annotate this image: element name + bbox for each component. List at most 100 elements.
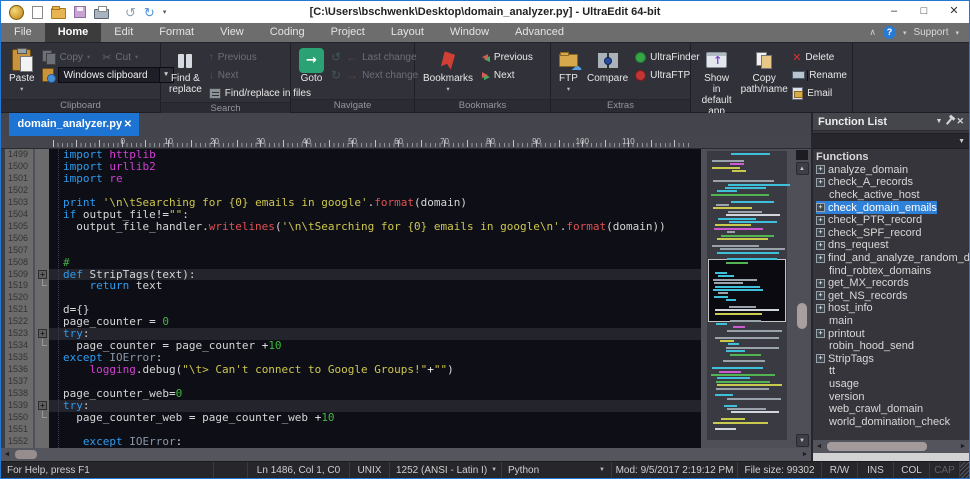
code-line-1500[interactable]: 1500 import urllib2 [1,160,701,173]
expand-icon[interactable]: + [816,165,825,175]
function-item-check_A_records[interactable]: + check_A_records [816,176,969,189]
scroll-down-icon[interactable]: ▼ [795,434,809,447]
email-button[interactable]: Email [792,84,847,102]
function-item-check_active_host[interactable]: check_active_host [816,189,969,202]
function-item-StripTags[interactable]: + StripTags [816,353,969,366]
help-dropdown-icon[interactable]: ▾ [903,29,907,37]
expand-icon[interactable]: + [816,240,825,250]
code-line-1537[interactable]: 1537 [1,376,701,389]
function-item-printout[interactable]: + printout [816,327,969,340]
code-line-1550[interactable]: 1550 page_counter_web = page_counter_web… [1,410,701,424]
copy-button[interactable]: Copy ▾ [41,48,90,66]
code-line-1539[interactable]: 1539 + try: [1,400,701,412]
function-list-header[interactable]: Function List ▼ ✕ [813,113,969,131]
status-read-write[interactable]: R/W [821,462,857,478]
function-item-analyze_domain[interactable]: + analyze_domain [816,164,969,177]
bookmarks-dropdown-icon[interactable]: ▾ [446,84,449,95]
filter-dropdown-icon[interactable]: ▼ [958,138,965,145]
status-column-mode[interactable]: COL [893,462,929,478]
open-file-icon[interactable] [51,5,66,19]
fold-marker-collapsed[interactable]: + [38,269,47,279]
code-line-1535[interactable]: 1535 except IOError: [1,352,701,365]
scroll-up-icon[interactable]: ▲ [795,162,809,175]
nav-back-button[interactable]: ↺ [331,48,341,66]
goto-button[interactable]: → Goto [297,46,326,99]
maximize-button[interactable]: □ [909,1,939,23]
function-item-robin_hood_send[interactable]: robin_hood_send [816,340,969,353]
function-item-hit[interactable]: usage [816,378,859,391]
fold-marker-collapsed[interactable]: + [38,329,47,339]
ultraedit-logo-icon[interactable] [9,4,24,20]
horizontal-scrollbar[interactable]: ◄ ► [1,448,811,461]
function-item-hit[interactable]: +find_and_analyze_random_domain [816,252,969,265]
status-syntax-dropdown[interactable]: Python ▼ [501,462,611,478]
ultrafinder-button[interactable]: UltraFinder [635,48,700,66]
show-in-default-app-button[interactable]: Show in default app [697,46,736,118]
expand-icon[interactable]: + [816,177,825,187]
code-line-1507[interactable]: 1507 [1,244,701,257]
function-item-hit[interactable]: + check_domain_emails [816,201,937,214]
cut-button[interactable]: ✂ Cut ▾ [102,48,138,66]
function-item-hit[interactable]: + host_info [816,302,873,315]
find-replace-button[interactable]: Find & replace [167,46,204,102]
function-filter-dropdown[interactable]: ▼ [813,133,969,149]
function-item-check_SPF_record[interactable]: + check_SPF_record [816,227,969,240]
function-item-find_robtex_domains[interactable]: find_robtex_domains [816,264,969,277]
menu-item-file[interactable]: File [1,23,45,42]
code-line-1505[interactable]: 1505 output_file_handler.writelines('\n\… [1,220,701,233]
ftp-dropdown-icon[interactable]: ▾ [567,84,570,95]
expand-icon[interactable]: + [816,354,825,364]
function-item-host_info[interactable]: + host_info [816,302,969,315]
code-area[interactable]: 1499 import httplib 1500 import urllib2 1501… [1,149,701,448]
support-menu[interactable]: Support [913,27,948,38]
code-line-1519[interactable]: 1519 return text [1,279,701,293]
rename-button[interactable]: Rename [792,66,847,84]
function-item-check_PTR_record[interactable]: + check_PTR_record [816,214,969,227]
menu-item-advanced[interactable]: Advanced [502,23,577,42]
ftp-button[interactable]: FTP ▾ [557,46,582,99]
help-icon[interactable]: ? [882,26,896,39]
bookmark-previous-button[interactable]: ◄ Previous [480,48,533,66]
function-item-hit[interactable]: tt [816,365,835,378]
redo-icon[interactable]: ↻ [144,5,155,20]
panel-scroll-left-icon[interactable]: ◄ [813,443,825,450]
code-line-1551[interactable]: 1551 [1,423,701,436]
paste-dropdown-icon[interactable]: ▾ [20,84,23,95]
scroll-left-icon[interactable]: ◄ [1,451,13,458]
panel-horizontal-scrollbar[interactable]: ◄ ► [813,440,969,453]
scroll-right-icon[interactable]: ► [799,451,811,458]
function-item-hit[interactable]: world_domination_check [816,415,950,428]
function-item-dns_request[interactable]: + dns_request [816,239,969,252]
expand-icon[interactable]: + [816,215,825,225]
status-position[interactable]: Ln 1486, Col 1, C0 [247,462,349,478]
undo-icon[interactable]: ↺ [125,5,136,20]
panel-scroll-thumb[interactable] [827,442,927,451]
horizontal-scroll-thumb[interactable] [15,450,37,459]
support-dropdown-icon[interactable]: ▾ [955,29,959,37]
function-item-get_NS_records[interactable]: + get_NS_records [816,290,969,303]
nav-forward-button[interactable]: ↻ [331,66,341,84]
tab-domain-analyzer[interactable]: domain_analyzer.py ✕ [9,113,139,136]
function-item-hit[interactable]: + StripTags [816,353,874,366]
function-item-find_and_analyze_random_domain[interactable]: +find_and_analyze_random_domain [816,252,969,265]
expand-icon[interactable]: + [816,203,825,213]
bookmark-next-button[interactable]: ► Next [480,66,533,84]
menu-item-home[interactable]: Home [44,23,102,42]
status-line-ending[interactable]: UNIX [349,462,389,478]
function-item-version[interactable]: version [816,390,969,403]
code-line-1538[interactable]: 1538 page_counter_web=0 [1,388,701,401]
function-item-hit[interactable]: main [816,315,853,328]
minimap[interactable] [701,149,793,448]
minimap-scrollbar[interactable]: ▲ ▼ [793,149,811,448]
new-file-icon[interactable] [32,5,43,19]
expand-icon[interactable]: + [816,303,825,313]
menu-item-layout[interactable]: Layout [378,23,437,42]
next-change-button[interactable]: → Next change [346,66,418,84]
function-item-usage[interactable]: usage [816,378,969,391]
code-line-1520[interactable]: 1520 [1,292,701,305]
code-line-1521[interactable]: 1521 d={} [1,304,701,317]
save-icon[interactable] [74,6,86,18]
function-item-hit[interactable]: + get_NS_records [816,290,908,303]
code-line-1499[interactable]: 1499 import httplib [1,149,701,161]
panel-scroll-right-icon[interactable]: ► [957,443,969,450]
